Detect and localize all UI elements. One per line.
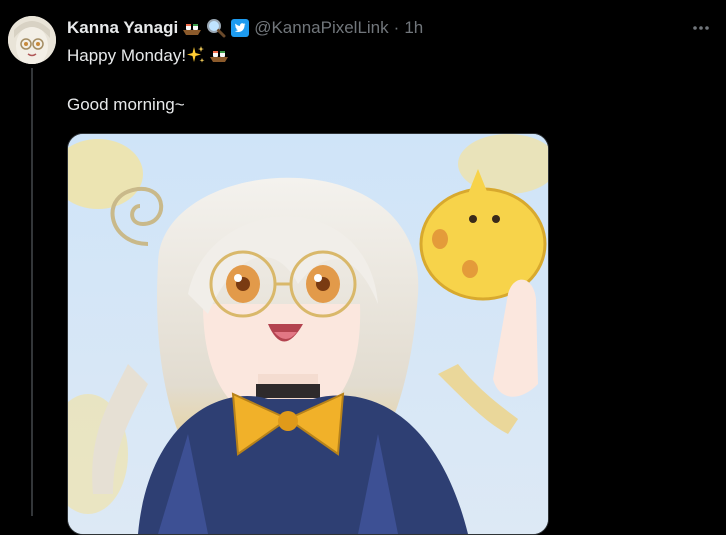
sparkles-icon (186, 46, 206, 65)
sushi-boat-icon (182, 19, 202, 37)
tweet-header: Kanna Yanagi @KannaPixelLink · 1h (67, 16, 423, 40)
separator-dot: · (393, 18, 400, 37)
author-handle[interactable]: @KannaPixelLink (254, 18, 388, 38)
bird-verified-icon (231, 19, 250, 37)
tweet-media-image[interactable] (67, 133, 549, 535)
tweet-text-line1: Happy Monday! (67, 45, 229, 67)
tweet-text-greeting: Happy Monday! (67, 46, 187, 65)
avatar[interactable] (8, 16, 56, 64)
tweet-text-line2: Good morning~ (67, 95, 185, 114)
timestamp[interactable]: 1h (404, 18, 423, 38)
thread-connector-line (31, 68, 33, 516)
sushi-boat-icon (209, 46, 229, 65)
more-dots-icon[interactable] (690, 17, 712, 39)
illustration-art (68, 134, 548, 534)
magnifier-icon (206, 18, 226, 38)
author-name[interactable]: Kanna Yanagi (67, 18, 178, 38)
